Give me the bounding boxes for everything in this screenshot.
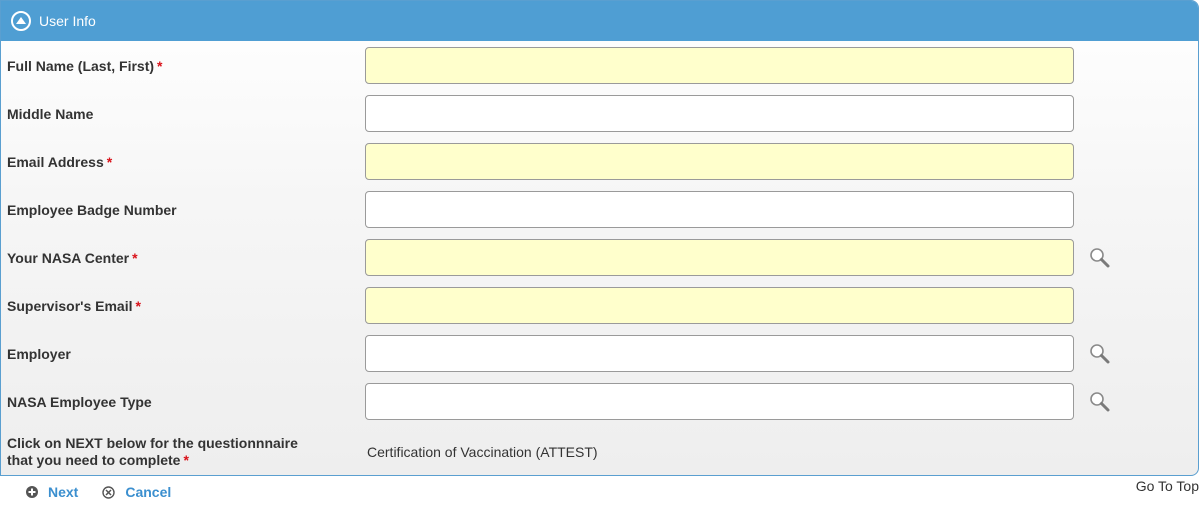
supervisor-email-label: Supervisor's Email * <box>7 298 141 314</box>
employer-field[interactable] <box>365 335 1074 372</box>
collapse-up-icon[interactable] <box>11 11 31 31</box>
questionnaire-label: Click on NEXT below for the questionnnai… <box>7 435 298 468</box>
panel-title: User Info <box>39 13 96 29</box>
questionnaire-value: Certification of Vaccination (ATTEST) <box>367 444 598 460</box>
email-field[interactable] <box>365 143 1074 180</box>
search-icon[interactable] <box>1089 391 1111 413</box>
supervisor-email-field[interactable] <box>365 287 1074 324</box>
badge-number-label: Employee Badge Number <box>7 202 177 218</box>
required-marker: * <box>106 154 113 170</box>
form-row-badge-number: Employee Badge Number <box>1 186 1198 234</box>
form-row-questionnaire: Click on NEXT below for the questionnnai… <box>1 428 1198 475</box>
form-row-email: Email Address * <box>1 138 1198 186</box>
form-row-full-name: Full Name (Last, First) * <box>1 42 1198 90</box>
search-icon[interactable] <box>1089 343 1111 365</box>
email-label: Email Address * <box>7 154 113 170</box>
employer-label: Employer <box>7 346 71 362</box>
search-icon[interactable] <box>1089 247 1111 269</box>
form-row-supervisor-email: Supervisor's Email * <box>1 282 1198 330</box>
required-marker: * <box>183 452 189 468</box>
required-marker: * <box>135 298 141 314</box>
employee-type-field[interactable] <box>365 383 1074 420</box>
employee-type-label: NASA Employee Type <box>7 394 152 410</box>
middle-name-label: Middle Name <box>7 106 94 122</box>
cancel-circle-icon <box>102 485 116 499</box>
form-row-employer: Employer <box>1 330 1198 378</box>
required-marker: * <box>132 250 138 266</box>
form-row-employee-type: NASA Employee Type <box>1 378 1198 426</box>
plus-circle-icon <box>26 486 38 498</box>
go-to-top-link[interactable]: Go To Top <box>1136 478 1199 494</box>
nasa-center-label: Your NASA Center * <box>7 250 138 266</box>
nasa-center-field[interactable] <box>365 239 1074 276</box>
middle-name-field[interactable] <box>365 95 1074 132</box>
cancel-button[interactable]: Cancel <box>102 484 171 500</box>
form-row-middle-name: Middle Name <box>1 90 1198 138</box>
full-name-field[interactable] <box>365 47 1074 84</box>
full-name-label: Full Name (Last, First) * <box>7 58 163 74</box>
badge-number-field[interactable] <box>365 191 1074 228</box>
required-marker: * <box>157 58 163 74</box>
form-actions: Next Cancel <box>26 484 195 500</box>
panel-header[interactable]: User Info <box>1 1 1198 41</box>
form-row-nasa-center: Your NASA Center * <box>1 234 1198 282</box>
next-button[interactable]: Next <box>26 484 78 500</box>
user-info-panel: User Info Full Name (Last, First) * Middl… <box>0 0 1199 476</box>
